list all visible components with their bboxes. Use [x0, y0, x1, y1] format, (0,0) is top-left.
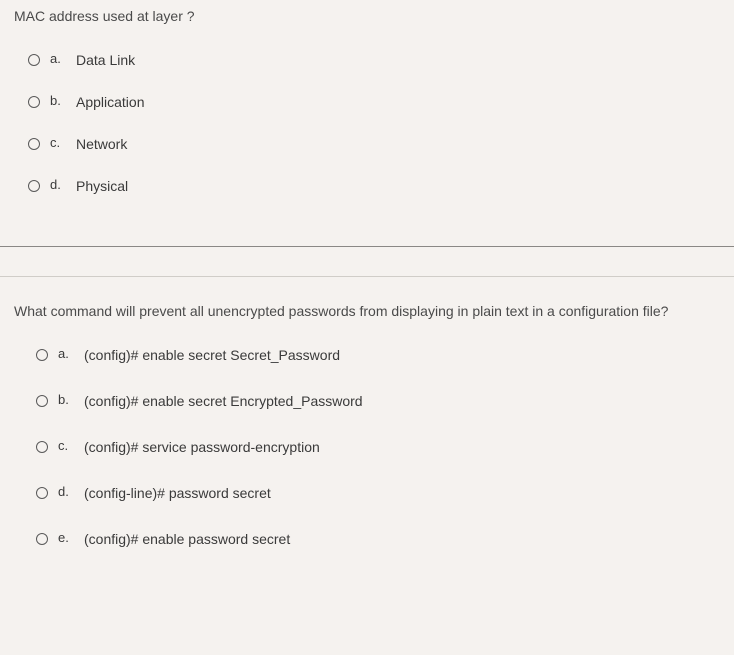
- option-row[interactable]: c. (config)# service password-encryption: [36, 439, 720, 455]
- radio-icon[interactable]: [28, 54, 40, 66]
- option-letter: a.: [50, 51, 64, 66]
- question-2-text: What command will prevent all unencrypte…: [14, 303, 720, 319]
- option-letter: b.: [50, 93, 64, 108]
- radio-icon[interactable]: [36, 349, 48, 361]
- option-row[interactable]: c. Network: [28, 136, 720, 152]
- option-letter: d.: [58, 484, 72, 499]
- question-1-options: a. Data Link b. Application c. Network d…: [14, 52, 720, 194]
- radio-icon[interactable]: [36, 487, 48, 499]
- option-text: Physical: [76, 178, 128, 194]
- question-2: What command will prevent all unencrypte…: [0, 277, 734, 567]
- section-gap: [0, 247, 734, 277]
- option-row[interactable]: e. (config)# enable password secret: [36, 531, 720, 547]
- radio-icon[interactable]: [36, 533, 48, 545]
- option-row[interactable]: b. Application: [28, 94, 720, 110]
- radio-icon[interactable]: [28, 138, 40, 150]
- option-row[interactable]: b. (config)# enable secret Encrypted_Pas…: [36, 393, 720, 409]
- radio-icon[interactable]: [28, 96, 40, 108]
- option-row[interactable]: a. Data Link: [28, 52, 720, 68]
- option-text: Network: [76, 136, 127, 152]
- option-letter: c.: [58, 438, 72, 453]
- question-1: MAC address used at layer ? a. Data Link…: [0, 0, 734, 240]
- option-text: (config)# enable password secret: [84, 531, 290, 547]
- option-text: (config-line)# password secret: [84, 485, 271, 501]
- option-letter: e.: [58, 530, 72, 545]
- question-1-text: MAC address used at layer ?: [14, 8, 720, 24]
- radio-icon[interactable]: [36, 395, 48, 407]
- option-row[interactable]: a. (config)# enable secret Secret_Passwo…: [36, 347, 720, 363]
- option-letter: a.: [58, 346, 72, 361]
- option-letter: c.: [50, 135, 64, 150]
- option-letter: d.: [50, 177, 64, 192]
- radio-icon[interactable]: [36, 441, 48, 453]
- option-row[interactable]: d. (config-line)# password secret: [36, 485, 720, 501]
- option-text: (config)# enable secret Encrypted_Passwo…: [84, 393, 363, 409]
- option-text: (config)# service password-encryption: [84, 439, 320, 455]
- option-text: (config)# enable secret Secret_Password: [84, 347, 340, 363]
- option-text: Data Link: [76, 52, 135, 68]
- option-text: Application: [76, 94, 145, 110]
- radio-icon[interactable]: [28, 180, 40, 192]
- option-letter: b.: [58, 392, 72, 407]
- question-2-options: a. (config)# enable secret Secret_Passwo…: [14, 347, 720, 547]
- option-row[interactable]: d. Physical: [28, 178, 720, 194]
